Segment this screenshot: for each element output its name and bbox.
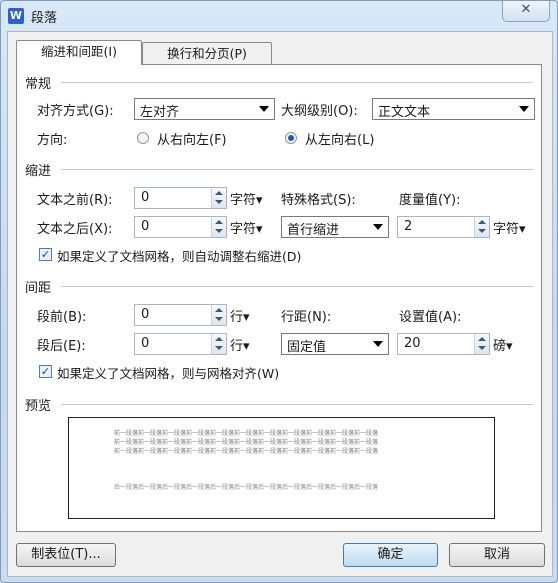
preview-box: 前一段落前一段落前一段落前一段落前一段落前一段落前一段落前一段落前一段落前一段落… — [68, 417, 495, 519]
tab-panel: 常规 对齐方式(G): 左对齐 大纲级别(O): 正文文本 方向: 从右向左(F… — [16, 64, 542, 532]
tab-stops-button[interactable]: 制表位(T)... — [16, 543, 116, 567]
spinner-arrows-icon[interactable] — [211, 188, 226, 208]
measure-spinner[interactable]: 2 — [397, 216, 490, 238]
measure-value: 2 — [404, 219, 413, 234]
preview-prev-line: 前一段落前一段落前一段落前一段落前一段落前一段落前一段落前一段落前一段落前一段落… — [114, 430, 379, 437]
spacing-grid-checkbox[interactable]: ✓ — [39, 365, 52, 378]
chevron-down-icon — [519, 106, 529, 112]
setting-value-unit[interactable]: 磅▾ — [493, 335, 513, 354]
dialog-client: 缩进和间距(I) 换行和分页(P) 常规 对齐方式(G): 左对齐 大纲级别(O… — [7, 31, 553, 577]
paragraph-dialog: W 段落 ✕ 缩进和间距(I) 换行和分页(P) 常规 对齐方式(G): 左对齐… — [0, 0, 558, 583]
spinner-arrows-icon[interactable] — [211, 334, 226, 354]
outline-level-value: 正文文本 — [378, 105, 431, 120]
tab-indent-spacing[interactable]: 缩进和间距(I) — [16, 40, 142, 65]
close-button[interactable]: ✕ — [502, 1, 550, 22]
spacing-grid-label[interactable]: 如果定义了文档网格，则与网格对齐(W) — [57, 363, 279, 382]
indent-after-value: 0 — [141, 219, 150, 234]
preview-next-line: 后一段落后一段落后一段落后一段落后一段落后一段落后一段落后一段落后一段落后一段落… — [114, 484, 379, 491]
indent-before-value: 0 — [141, 190, 150, 205]
divider — [61, 404, 533, 405]
indent-after-spinner[interactable]: 0 — [134, 216, 227, 238]
rtl-radio[interactable] — [137, 132, 149, 144]
divider — [61, 169, 533, 170]
space-before-label: 段前(B): — [37, 310, 87, 325]
chevron-down-icon — [373, 341, 383, 347]
alignment-label: 对齐方式(G): — [37, 104, 114, 119]
title-bar[interactable]: W 段落 ✕ — [1, 1, 557, 31]
divider — [61, 82, 533, 83]
space-after-spinner[interactable]: 0 — [134, 333, 227, 355]
spacing-section-title: 间距 — [25, 281, 52, 296]
indent-after-unit[interactable]: 字符▾ — [230, 218, 263, 237]
ok-button[interactable]: 确定 — [343, 543, 438, 567]
special-format-label: 特殊格式(S): — [281, 193, 356, 208]
outline-level-label: 大纲级别(O): — [281, 104, 358, 119]
line-spacing-label: 行距(N): — [281, 310, 332, 325]
measure-unit[interactable]: 字符▾ — [493, 218, 526, 237]
indent-before-spinner[interactable]: 0 — [134, 187, 227, 209]
space-before-value: 0 — [141, 307, 150, 322]
preview-section-title: 预览 — [25, 399, 52, 414]
outline-level-select[interactable]: 正文文本 — [372, 98, 535, 120]
cancel-button[interactable]: 取消 — [449, 543, 545, 567]
setting-value-label: 设置值(A): — [399, 310, 462, 325]
indent-section-title: 缩进 — [25, 164, 52, 179]
setting-value-spinner[interactable]: 20 — [397, 333, 490, 355]
space-before-unit[interactable]: 行▾ — [230, 306, 250, 325]
dialog-title: 段落 — [31, 11, 58, 26]
close-icon: ✕ — [520, 2, 532, 17]
spinner-arrows-icon[interactable] — [211, 217, 226, 237]
space-before-spinner[interactable]: 0 — [134, 304, 227, 326]
tab-line-page-breaks[interactable]: 换行和分页(P) — [142, 42, 272, 65]
indent-after-label: 文本之后(X): — [37, 222, 113, 237]
alignment-value: 左对齐 — [140, 105, 180, 120]
preview-prev-line: 前一段落前一段落前一段落前一段落前一段落前一段落前一段落前一段落前一段落前一段落… — [114, 439, 379, 446]
indent-before-unit[interactable]: 字符▾ — [230, 189, 263, 208]
setting-value-value: 20 — [404, 336, 421, 351]
measure-label: 度量值(Y): — [399, 193, 461, 208]
space-after-unit[interactable]: 行▾ — [230, 335, 250, 354]
spinner-arrows-icon[interactable] — [211, 305, 226, 325]
special-format-value: 首行缩进 — [287, 223, 340, 238]
special-format-select[interactable]: 首行缩进 — [281, 216, 389, 238]
spinner-arrows-icon[interactable] — [474, 334, 489, 354]
chevron-down-icon — [259, 106, 269, 112]
indent-grid-label[interactable]: 如果定义了文档网格，则自动调整右缩进(D) — [57, 246, 301, 265]
line-spacing-value: 固定值 — [287, 340, 327, 355]
direction-label: 方向: — [37, 133, 68, 148]
space-after-label: 段后(E): — [37, 339, 86, 354]
wps-writer-icon: W — [8, 8, 24, 24]
preview-prev-line: 前一段落前一段落前一段落前一段落前一段落前一段落前一段落前一段落前一段落前一段落… — [114, 448, 379, 455]
space-after-value: 0 — [141, 336, 150, 351]
alignment-select[interactable]: 左对齐 — [134, 98, 275, 120]
divider — [61, 286, 533, 287]
line-spacing-select[interactable]: 固定值 — [281, 333, 389, 355]
indent-before-label: 文本之前(R): — [37, 193, 113, 208]
rtl-label[interactable]: 从右向左(F) — [157, 129, 227, 148]
chevron-down-icon — [373, 224, 383, 230]
indent-grid-checkbox[interactable]: ✓ — [39, 248, 52, 261]
ltr-label[interactable]: 从左向右(L) — [305, 129, 374, 148]
general-section-title: 常规 — [25, 77, 52, 92]
spinner-arrows-icon[interactable] — [474, 217, 489, 237]
ltr-radio[interactable] — [285, 132, 297, 144]
